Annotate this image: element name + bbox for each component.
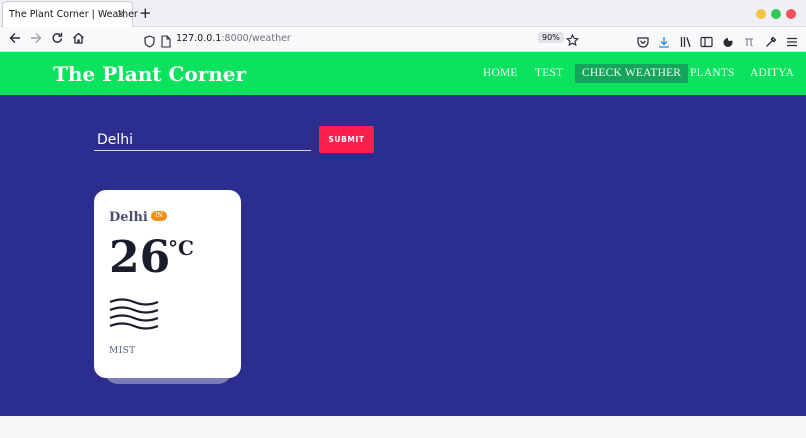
page-footer-area	[0, 416, 806, 438]
forward-arrow-icon[interactable]	[30, 31, 42, 45]
pocket-icon[interactable]	[637, 33, 649, 52]
nav-test[interactable]: TEST	[535, 64, 563, 83]
menu-icon[interactable]	[786, 33, 798, 52]
close-window-button[interactable]	[786, 9, 796, 19]
brand-logo[interactable]: The Plant Corner	[53, 62, 246, 86]
url-text[interactable]: 127.0.0.1:8000/weather	[176, 33, 291, 44]
extension-icon[interactable]	[722, 33, 734, 52]
zoom-level-badge[interactable]: 90%	[538, 32, 564, 43]
nav-home[interactable]: HOME	[483, 64, 518, 83]
nav-user-aditya[interactable]: ADITYA	[750, 64, 794, 83]
tracking-shield-icon[interactable]	[144, 33, 155, 52]
address-bar[interactable]: 127.0.0.1:8000/weather 90%	[140, 30, 582, 49]
page-info-icon[interactable]	[161, 33, 171, 52]
country-badge: IN	[151, 211, 167, 221]
city-search-input[interactable]	[94, 129, 311, 151]
downloads-icon[interactable]	[658, 33, 670, 52]
reload-icon[interactable]	[51, 31, 64, 45]
extension-icon[interactable]	[743, 33, 755, 52]
mist-icon	[109, 298, 159, 338]
nav-plants[interactable]: PLANTS	[690, 64, 735, 83]
weather-condition: MIST	[109, 346, 136, 356]
maximize-window-button[interactable]	[771, 9, 781, 19]
site-header: The Plant Corner HOME TEST CHECK WEATHER…	[0, 52, 806, 95]
url-path: :8000/weather	[221, 33, 291, 44]
weather-city: Delhi	[109, 210, 148, 225]
eyedropper-icon[interactable]	[765, 33, 777, 52]
submit-button[interactable]: SUBMIT	[319, 126, 374, 153]
temperature-unit: °C	[168, 236, 194, 260]
weather-page: SUBMIT Delhi IN 26 °C MIST	[0, 95, 806, 416]
url-host: 127.0.0.1	[176, 33, 222, 44]
sidebar-icon[interactable]	[700, 33, 713, 52]
browser-tab-bar: The Plant Corner | Weather × +	[0, 0, 806, 27]
bookmark-star-icon[interactable]	[565, 32, 580, 51]
browser-tab[interactable]: The Plant Corner | Weather ×	[2, 1, 138, 27]
home-icon[interactable]	[72, 31, 85, 45]
close-tab-icon[interactable]: ×	[116, 7, 126, 21]
library-icon[interactable]	[680, 33, 692, 52]
new-tab-button[interactable]: +	[139, 5, 152, 21]
browser-nav-bar: 127.0.0.1:8000/weather 90%	[0, 27, 806, 52]
back-arrow-icon[interactable]	[9, 31, 21, 45]
temperature-value: 26	[109, 232, 171, 283]
minimize-window-button[interactable]	[756, 9, 766, 19]
weather-card: Delhi IN 26 °C MIST	[94, 190, 241, 378]
nav-check-weather[interactable]: CHECK WEATHER	[575, 64, 689, 83]
